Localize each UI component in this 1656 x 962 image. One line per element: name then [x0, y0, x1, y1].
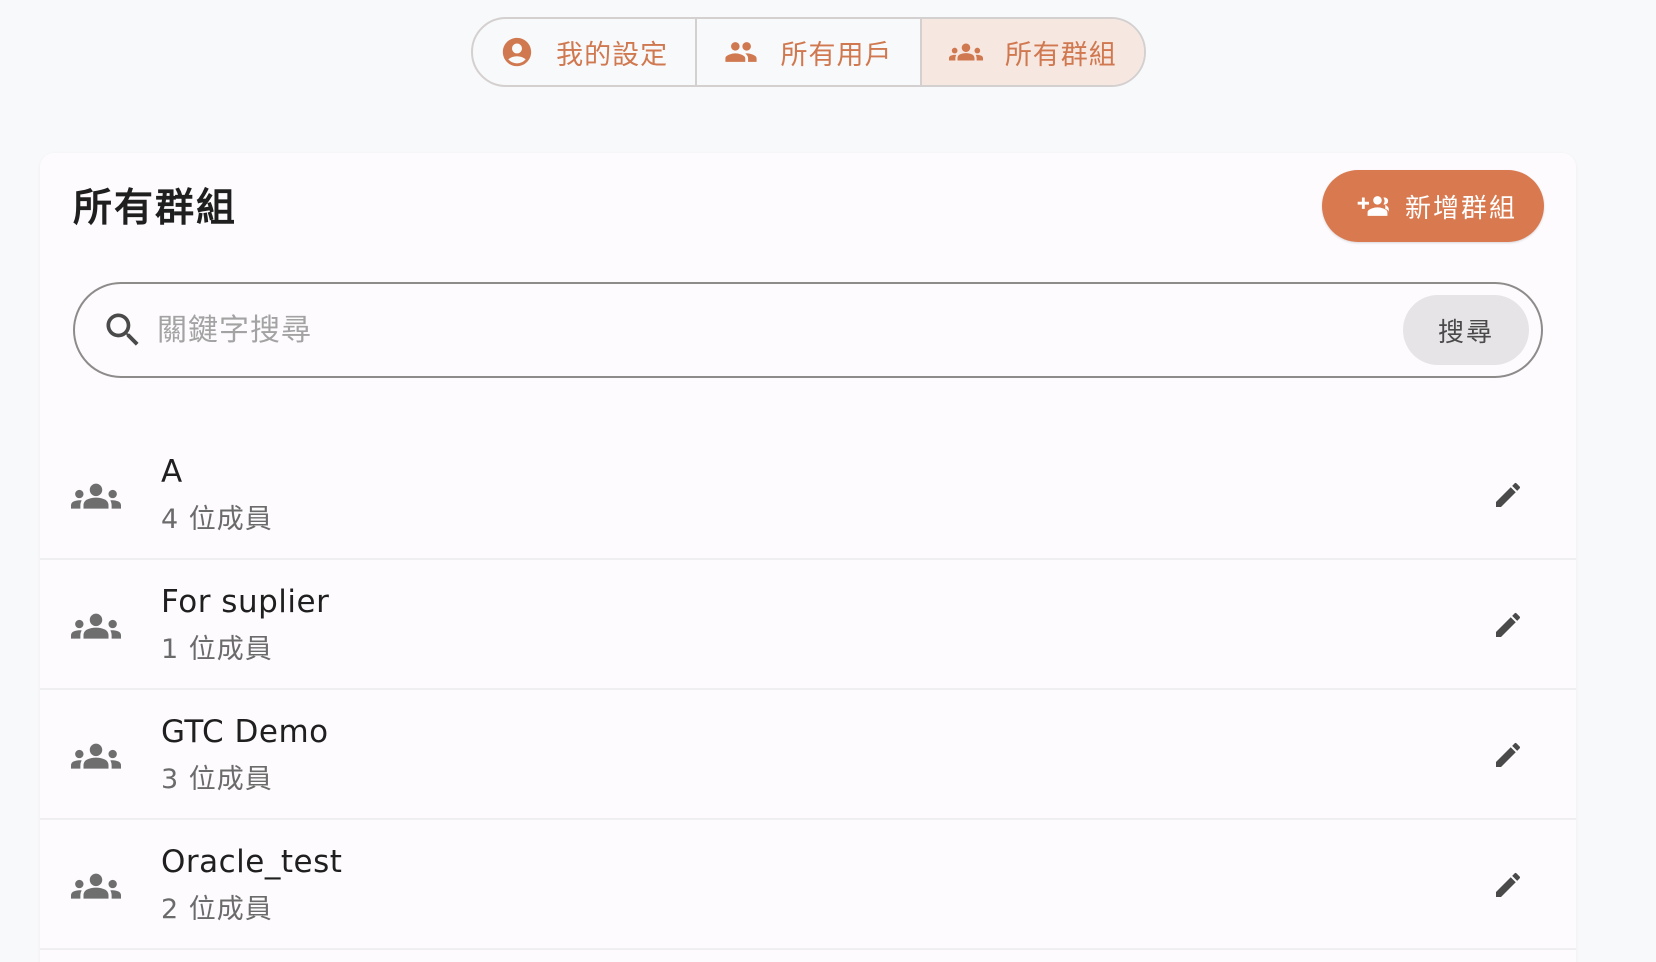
search-input[interactable]: [155, 311, 1403, 349]
group-member-count: 1 位成員: [161, 634, 273, 665]
group-name: A: [161, 454, 183, 490]
edit-group-button[interactable]: [1488, 865, 1528, 905]
group-member-count: 4 位成員: [161, 504, 273, 535]
groups-card: 所有群組 新增群組 搜尋 A 4 位成員: [40, 153, 1576, 962]
pencil-icon: [1496, 872, 1521, 897]
edit-group-button[interactable]: [1488, 735, 1528, 775]
page-title: 所有群組: [73, 186, 238, 231]
group-add-icon: [1357, 196, 1389, 216]
groups-icon: [71, 613, 121, 639]
tab-my-settings[interactable]: 我的設定: [473, 19, 695, 85]
people-icon: [725, 42, 758, 62]
add-group-button[interactable]: 新增群組: [1322, 170, 1544, 242]
account-circle-icon: [502, 37, 532, 67]
settings-tab-bar: 我的設定 所有用戶 所有群組: [471, 17, 1146, 87]
groups-icon: [71, 873, 121, 899]
group-list: A 4 位成員 For suplier 1 位成員 GTC Demo 3 位成員…: [40, 430, 1576, 950]
pencil-icon: [1496, 742, 1521, 767]
group-member-count: 3 位成員: [161, 764, 273, 795]
group-member-count: 2 位成員: [161, 894, 273, 925]
group-row[interactable]: Oracle_test 2 位成員: [40, 820, 1576, 950]
pencil-icon: [1496, 482, 1521, 507]
search-button[interactable]: 搜尋: [1403, 295, 1529, 365]
group-name: GTC Demo: [161, 714, 329, 750]
search-icon: [106, 313, 139, 346]
search-bar: 搜尋: [73, 282, 1543, 378]
edit-group-button[interactable]: [1488, 475, 1528, 515]
tab-label: 所有用戶: [780, 39, 893, 71]
edit-group-button[interactable]: [1488, 605, 1528, 645]
group-row[interactable]: For suplier 1 位成員: [40, 560, 1576, 690]
tab-all-groups[interactable]: 所有群組: [919, 19, 1144, 85]
group-row[interactable]: A 4 位成員: [40, 430, 1576, 560]
groups-icon: [948, 43, 983, 61]
group-name: Oracle_test: [161, 844, 343, 880]
groups-icon: [71, 483, 121, 509]
groups-icon: [71, 743, 121, 769]
group-row[interactable]: GTC Demo 3 位成員: [40, 690, 1576, 820]
tab-label: 我的設定: [556, 39, 669, 71]
tab-label: 所有群組: [1004, 39, 1117, 71]
page-root: 我的設定 所有用戶 所有群組 所有群組 新增群組 關鍵字搜尋 搜尋 A 4 位成…: [0, 0, 1656, 962]
tab-all-users[interactable]: 所有用戶: [695, 19, 919, 85]
pencil-icon: [1496, 612, 1521, 637]
add-group-label: 新增群組: [1404, 193, 1517, 224]
group-name: For suplier: [161, 584, 330, 620]
